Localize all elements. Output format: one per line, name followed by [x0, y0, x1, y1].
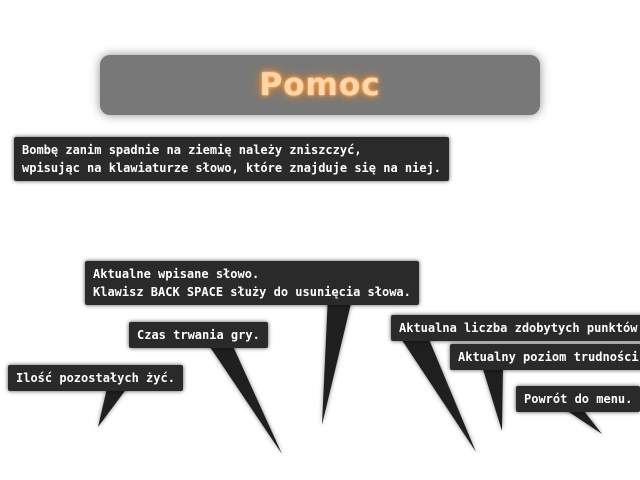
instructions-line-1: Bombę zanim spadnie na ziemię należy zni…: [22, 143, 362, 157]
lives-label: Ilość pozostałych żyć.: [16, 371, 175, 385]
game-time-label: Czas trwania gry.: [137, 328, 260, 342]
difficulty-bubble: Aktualny poziom trudności.: [450, 344, 640, 370]
current-word-line-1: Aktualne wpisane słowo.: [93, 267, 260, 281]
current-word-tail: [322, 295, 353, 425]
score-label: Aktualna liczba zdobytych punktów.: [399, 321, 640, 335]
menu-return-bubble: Powrót do menu.: [516, 386, 640, 412]
menu-return-label: Powrót do menu.: [524, 392, 633, 406]
game-time-tail: [208, 344, 282, 454]
current-word-line-2: Klawisz BACK SPACE służy do usunięcia sł…: [93, 285, 411, 299]
difficulty-tail: [482, 366, 503, 431]
lives-bubble: Ilość pozostałych żyć.: [8, 365, 183, 391]
difficulty-label: Aktualny poziom trudności.: [458, 350, 640, 364]
instructions-bubble: Bombę zanim spadnie na ziemię należy zni…: [14, 137, 450, 181]
game-time-bubble: Czas trwania gry.: [129, 322, 268, 348]
instructions-line-2: wpisując na klawiaturze słowo, które zna…: [22, 161, 442, 175]
score-bubble: Aktualna liczba zdobytych punktów.: [391, 315, 640, 341]
current-word-bubble: Aktualne wpisane słowo. Klawisz BACK SPA…: [85, 261, 419, 305]
